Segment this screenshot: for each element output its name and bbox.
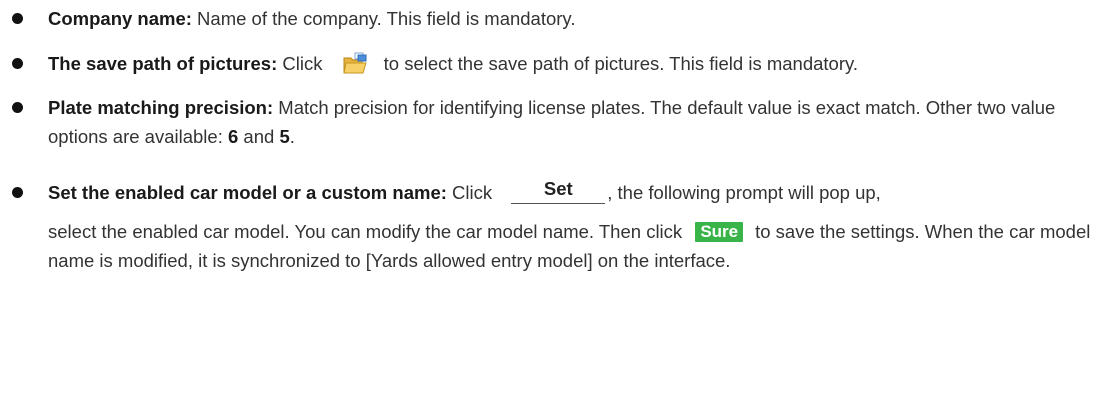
list-item-company-name: Company name: Name of the company. This …	[12, 4, 1098, 33]
option-value-6: 6	[227, 126, 239, 147]
item-term: The save path of pictures:	[48, 53, 278, 74]
item-term: Set the enabled car model or a custom na…	[48, 182, 447, 203]
list-item-plate-precision: Plate matching precision: Match precisio…	[12, 93, 1098, 151]
item-line-1: Set the enabled car model or a custom na…	[48, 178, 1098, 207]
item-text-end: .	[289, 126, 295, 147]
list-item-save-path: The save path of pictures: Click to sele…	[12, 49, 1098, 78]
item-term: Plate matching precision:	[48, 97, 274, 118]
item-term: Company name:	[48, 8, 192, 29]
folder-open-icon[interactable]	[342, 52, 368, 76]
item-text-before: Click	[446, 182, 498, 203]
item-text: Name of the company. This field is manda…	[191, 8, 576, 29]
item-text-before: Click	[277, 53, 328, 74]
set-button[interactable]: Set	[511, 178, 606, 204]
item-text-line2a: select the enabled car model. You can mo…	[48, 221, 688, 242]
bullet	[12, 13, 23, 24]
option-value-5: 5	[279, 126, 290, 147]
item-text-after: to select the save path of pictures. Thi…	[383, 53, 859, 74]
bullet	[12, 58, 23, 69]
item-line-2: select the enabled car model. You can mo…	[48, 217, 1098, 275]
bullet	[12, 102, 23, 113]
sure-button[interactable]: Sure	[695, 222, 744, 242]
list-item-car-model: Set the enabled car model or a custom na…	[12, 178, 1098, 275]
item-text-and: and	[238, 126, 280, 147]
bullet	[12, 187, 23, 198]
item-text-line1: , the following prompt will pop up,	[607, 182, 881, 203]
